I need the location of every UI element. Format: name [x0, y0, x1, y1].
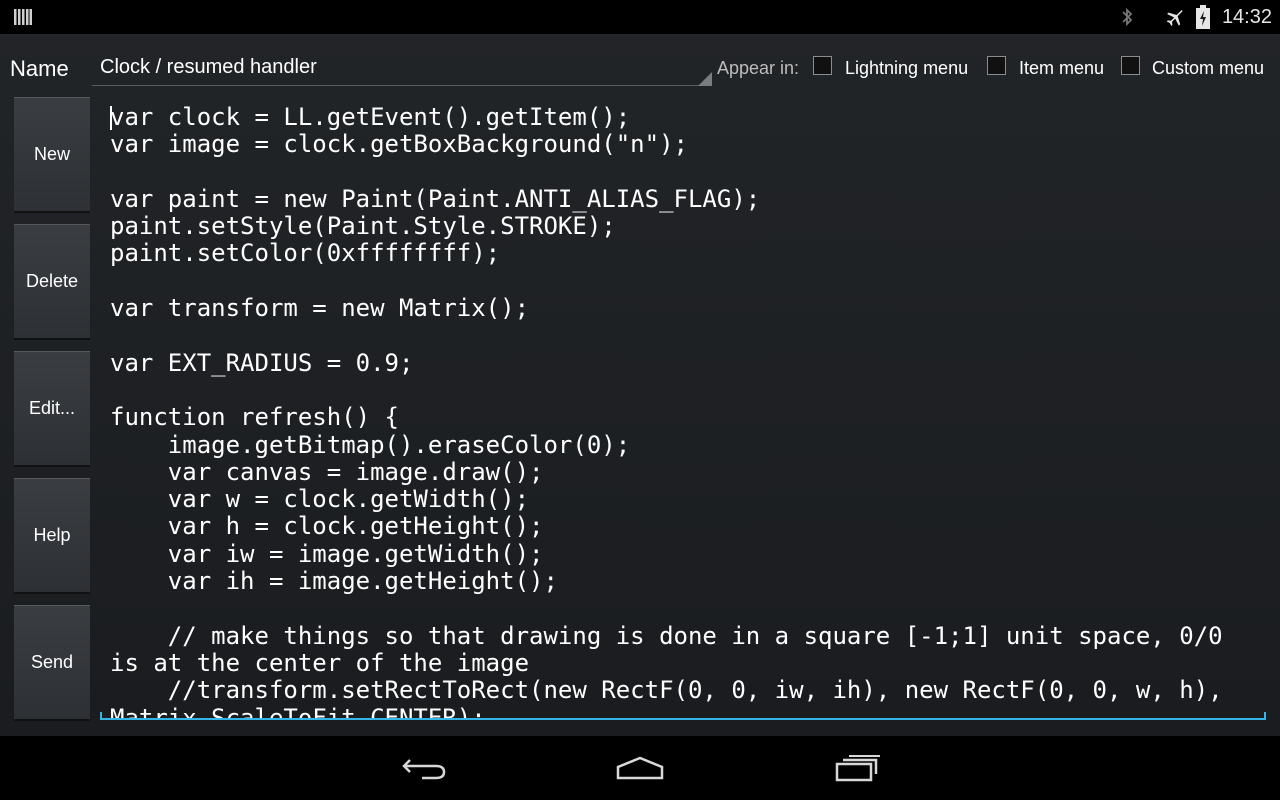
code-editor-focus-underline: [100, 718, 1266, 720]
script-editor-screen: 14:32 Name Clock / resumed handler Appea…: [0, 0, 1280, 736]
code-editor-focus-tick-left: [100, 712, 102, 720]
code-editor-focus-tick-right: [1264, 712, 1266, 720]
recent-apps-icon: [833, 754, 881, 782]
spinner-corner-icon: [698, 72, 712, 86]
edit-button[interactable]: Edit...: [14, 351, 90, 467]
code-text[interactable]: var clock = LL.getEvent().getItem(); var…: [110, 103, 1260, 720]
home-button[interactable]: [600, 744, 680, 792]
lightning-menu-checkbox[interactable]: [813, 56, 832, 75]
battery-icon: [1195, 5, 1210, 29]
appear-in-label: Appear in:: [717, 58, 800, 78]
bluetooth-icon: [1120, 6, 1134, 28]
send-button[interactable]: Send: [14, 605, 90, 721]
notification-bars-icon: [14, 9, 32, 25]
name-input-underline: [92, 85, 704, 86]
delete-button[interactable]: Delete: [14, 224, 90, 340]
name-input[interactable]: Clock / resumed handler: [92, 50, 712, 86]
custom-menu-label[interactable]: Custom menu: [1152, 58, 1264, 79]
back-icon: [400, 754, 448, 782]
custom-menu-checkbox[interactable]: [1121, 56, 1140, 75]
text-cursor: [110, 106, 112, 130]
lightning-menu-label[interactable]: Lightning menu: [845, 58, 968, 79]
new-button[interactable]: New: [14, 97, 90, 213]
status-clock: 14:32: [1221, 5, 1272, 28]
item-menu-checkbox[interactable]: [987, 56, 1006, 75]
recent-apps-button[interactable]: [817, 744, 897, 792]
code-editor[interactable]: var clock = LL.getEvent().getItem(); var…: [100, 96, 1268, 720]
home-icon: [615, 754, 665, 782]
status-bar: 14:32: [0, 0, 1280, 34]
back-button[interactable]: [384, 744, 464, 792]
name-label: Name: [10, 56, 69, 81]
item-menu-label[interactable]: Item menu: [1019, 58, 1104, 79]
navigation-bar: [0, 736, 1280, 800]
airplane-mode-icon: [1164, 6, 1186, 28]
name-input-value: Clock / resumed handler: [100, 56, 317, 78]
help-button[interactable]: Help: [14, 478, 90, 594]
